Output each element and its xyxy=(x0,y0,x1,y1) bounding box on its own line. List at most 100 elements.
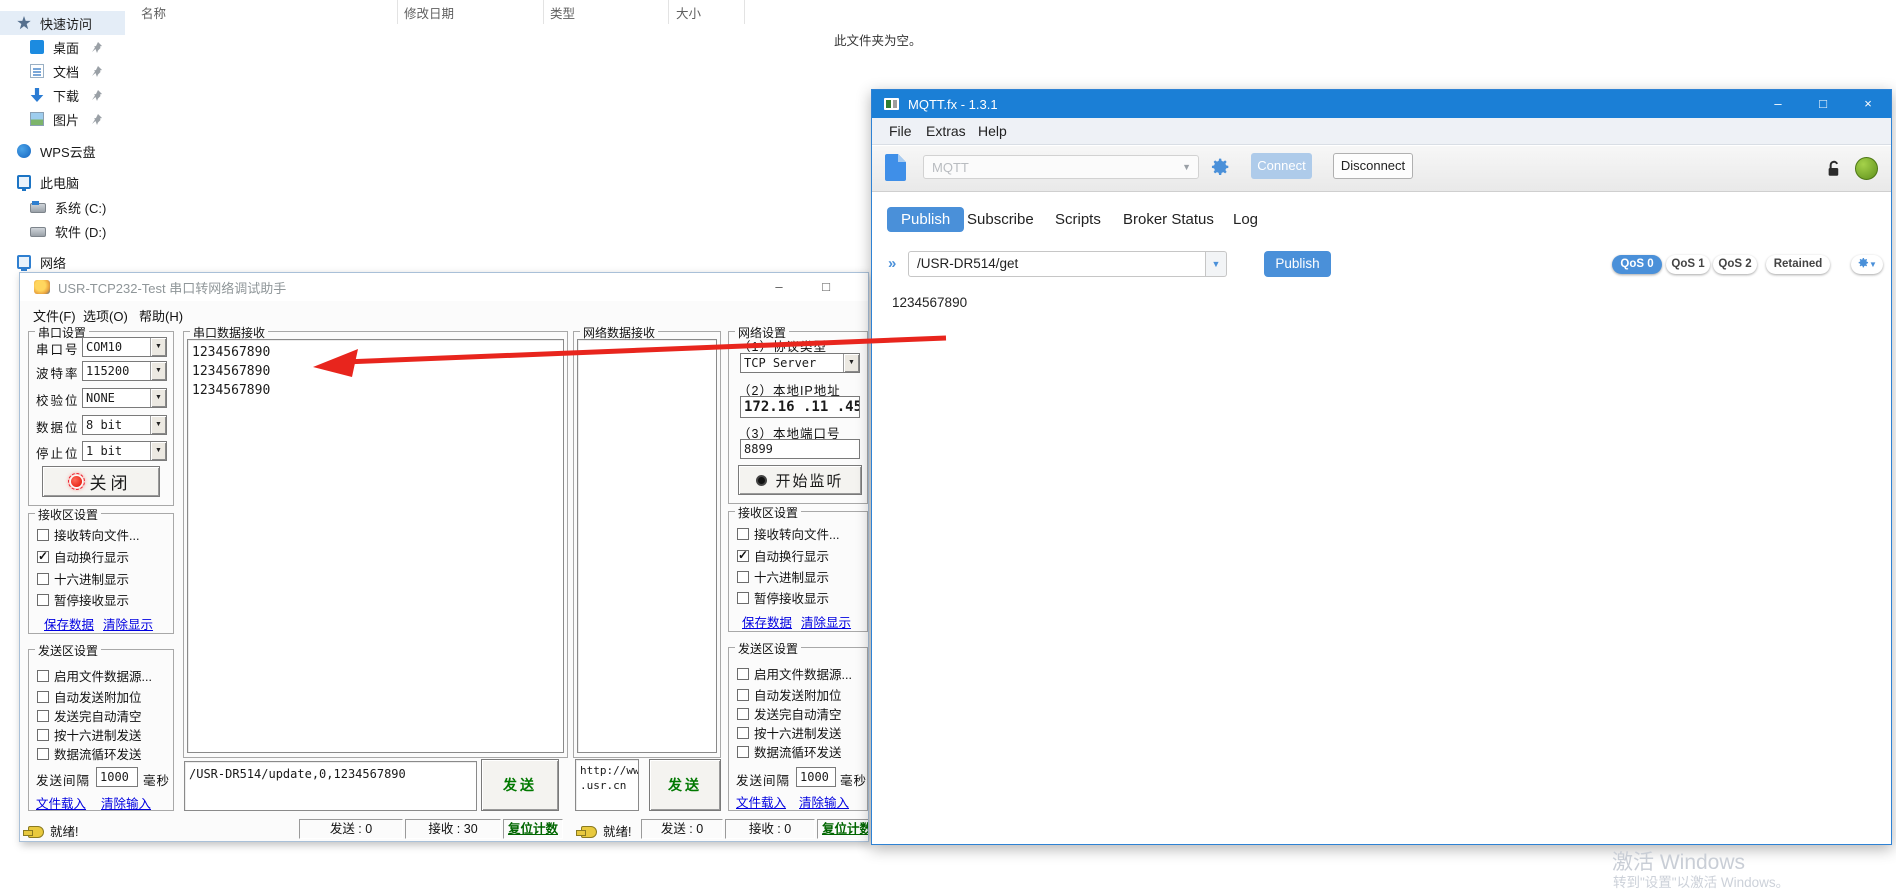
qos2-button[interactable]: QoS 2 xyxy=(1713,255,1757,274)
clear-input-link[interactable]: 清除输入 xyxy=(799,792,849,811)
serial-reset-count-link[interactable]: 复位计数 xyxy=(503,819,563,839)
qos1-button[interactable]: QoS 1 xyxy=(1666,255,1710,274)
checkbox-icon[interactable] xyxy=(37,551,49,563)
tab-publish[interactable]: Publish xyxy=(887,207,964,232)
checkbox-icon[interactable] xyxy=(737,746,749,758)
parity-select[interactable]: NONE▼ xyxy=(82,388,167,408)
auto-wrap-checkbox[interactable]: 自动换行显示 xyxy=(37,549,129,564)
topic-input[interactable]: /USR-DR514/get xyxy=(908,251,1206,277)
column-divider[interactable] xyxy=(543,0,544,24)
publish-options-button[interactable]: ▼ xyxy=(1851,255,1883,274)
clear-input-link[interactable]: 清除输入 xyxy=(101,793,151,812)
local-port-input[interactable]: 8899 xyxy=(740,439,860,459)
tab-subscribe[interactable]: Subscribe xyxy=(967,211,1034,228)
file-data-source-checkbox[interactable]: 启用文件数据源... xyxy=(737,666,852,681)
data-bits-select[interactable]: 8 bit▼ xyxy=(82,415,167,435)
pause-recv-checkbox[interactable]: 暂停接收显示 xyxy=(37,592,129,607)
minimize-icon[interactable]: – xyxy=(1763,94,1793,114)
profile-select[interactable]: MQTT ▼ xyxy=(923,155,1199,179)
file-data-source-checkbox[interactable]: 启用文件数据源... xyxy=(37,668,152,683)
menu-options[interactable]: 选项(O) xyxy=(83,306,128,325)
maximize-icon[interactable]: □ xyxy=(1808,94,1838,114)
send-interval-input[interactable]: 1000 xyxy=(96,767,138,787)
sidebar-item-network[interactable]: 网络 xyxy=(0,250,125,274)
serial-send-button[interactable]: 发送 xyxy=(481,759,559,811)
qos0-button[interactable]: QoS 0 xyxy=(1612,255,1662,274)
sidebar-item-documents[interactable]: 文档 xyxy=(0,59,125,83)
checkbox-icon[interactable] xyxy=(737,592,749,604)
checkbox-icon[interactable] xyxy=(737,571,749,583)
menu-extras[interactable]: Extras xyxy=(926,123,966,139)
chevron-down-icon[interactable]: ▼ xyxy=(150,389,166,407)
loop-send-checkbox[interactable]: 数据流循环发送 xyxy=(37,746,142,761)
hex-display-checkbox[interactable]: 十六进制显示 xyxy=(737,569,829,584)
tab-broker-status[interactable]: Broker Status xyxy=(1123,211,1214,228)
column-name[interactable]: 名称 xyxy=(141,3,166,22)
checkbox-icon[interactable] xyxy=(737,550,749,562)
auto-wrap-checkbox[interactable]: 自动换行显示 xyxy=(737,548,829,563)
topic-dropdown-button[interactable]: ▼ xyxy=(1206,251,1227,277)
hex-display-checkbox[interactable]: 十六进制显示 xyxy=(37,571,129,586)
pause-recv-checkbox[interactable]: 暂停接收显示 xyxy=(737,590,829,605)
checkbox-icon[interactable] xyxy=(37,573,49,585)
connect-button[interactable]: Connect xyxy=(1251,153,1312,179)
retained-button[interactable]: Retained xyxy=(1766,255,1830,274)
column-modified[interactable]: 修改日期 xyxy=(404,3,454,22)
loop-send-checkbox[interactable]: 数据流循环发送 xyxy=(737,744,842,759)
checkbox-icon[interactable] xyxy=(737,727,749,739)
net-send-button[interactable]: 发送 xyxy=(649,759,721,811)
load-file-link[interactable]: 文件载入 xyxy=(736,792,786,811)
send-as-hex-checkbox[interactable]: 按十六进制发送 xyxy=(37,727,142,742)
column-divider[interactable] xyxy=(744,0,745,24)
sidebar-item-wps-cloud[interactable]: WPS云盘 xyxy=(0,139,125,163)
close-port-button[interactable]: 关闭 xyxy=(42,466,160,497)
auto-send-append-checkbox[interactable]: 自动发送附加位 xyxy=(37,689,142,704)
new-profile-icon[interactable] xyxy=(885,154,906,181)
usr-titlebar[interactable]: USR-TCP232-Test 串口转网络调试助手 xyxy=(20,273,868,301)
serial-send-input[interactable]: /USR-DR514/update,0,1234567890 xyxy=(184,761,477,811)
sidebar-item-this-pc[interactable]: 此电脑 xyxy=(0,170,125,194)
sidebar-item-desktop[interactable]: 桌面 xyxy=(0,35,125,59)
publish-button[interactable]: Publish xyxy=(1264,251,1331,277)
close-icon[interactable]: × xyxy=(1853,94,1883,114)
checkbox-icon[interactable] xyxy=(37,529,49,541)
clear-display-link[interactable]: 清除显示 xyxy=(801,612,851,631)
checkbox-icon[interactable] xyxy=(737,689,749,701)
recv-to-file-checkbox[interactable]: 接收转向文件... xyxy=(37,527,139,542)
checkbox-icon[interactable] xyxy=(737,708,749,720)
chevron-down-icon[interactable]: ▼ xyxy=(150,338,166,356)
auto-send-append-checkbox[interactable]: 自动发送附加位 xyxy=(737,687,842,702)
close-icon[interactable]: × xyxy=(858,279,869,297)
unlock-icon[interactable] xyxy=(1825,159,1843,178)
recv-to-file-checkbox[interactable]: 接收转向文件... xyxy=(737,526,839,541)
menu-help[interactable]: 帮助(H) xyxy=(139,306,183,325)
tab-scripts[interactable]: Scripts xyxy=(1055,211,1101,228)
baud-rate-select[interactable]: 115200▼ xyxy=(82,361,167,381)
checkbox-icon[interactable] xyxy=(37,670,49,682)
save-data-link[interactable]: 保存数据 xyxy=(742,612,792,631)
sidebar-item-drive-c[interactable]: 系统 (C:) xyxy=(0,195,125,219)
net-send-input[interactable]: http://www .usr.cn xyxy=(575,759,639,811)
publish-message-text[interactable]: 1234567890 xyxy=(892,295,967,310)
chevron-down-icon[interactable]: ▼ xyxy=(150,416,166,434)
net-recv-textarea[interactable] xyxy=(577,339,717,753)
chevron-down-icon[interactable]: ▼ xyxy=(150,362,166,380)
column-size[interactable]: 大小 xyxy=(676,3,701,22)
save-data-link[interactable]: 保存数据 xyxy=(44,614,94,633)
column-type[interactable]: 类型 xyxy=(550,3,575,22)
start-listen-button[interactable]: 开始监听 xyxy=(738,465,862,495)
com-port-select[interactable]: COM10▼ xyxy=(82,337,167,357)
protocol-select[interactable]: TCP Server▼ xyxy=(740,353,860,373)
serial-recv-textarea[interactable]: 1234567890 1234567890 1234567890 xyxy=(187,339,564,753)
gear-icon[interactable] xyxy=(1209,157,1230,178)
sidebar-item-drive-d[interactable]: 软件 (D:) xyxy=(0,219,125,243)
sidebar-item-pictures[interactable]: 图片 xyxy=(0,107,125,131)
sidebar-item-downloads[interactable]: 下载 xyxy=(0,83,125,107)
minimize-icon[interactable]: – xyxy=(764,279,794,297)
chevron-right-icon[interactable]: » xyxy=(888,255,896,272)
send-interval-input[interactable]: 1000 xyxy=(796,767,836,787)
clear-display-link[interactable]: 清除显示 xyxy=(103,614,153,633)
stop-bits-select[interactable]: 1 bit▼ xyxy=(82,441,167,461)
menu-file[interactable]: File xyxy=(889,123,912,139)
column-divider[interactable] xyxy=(668,0,669,24)
